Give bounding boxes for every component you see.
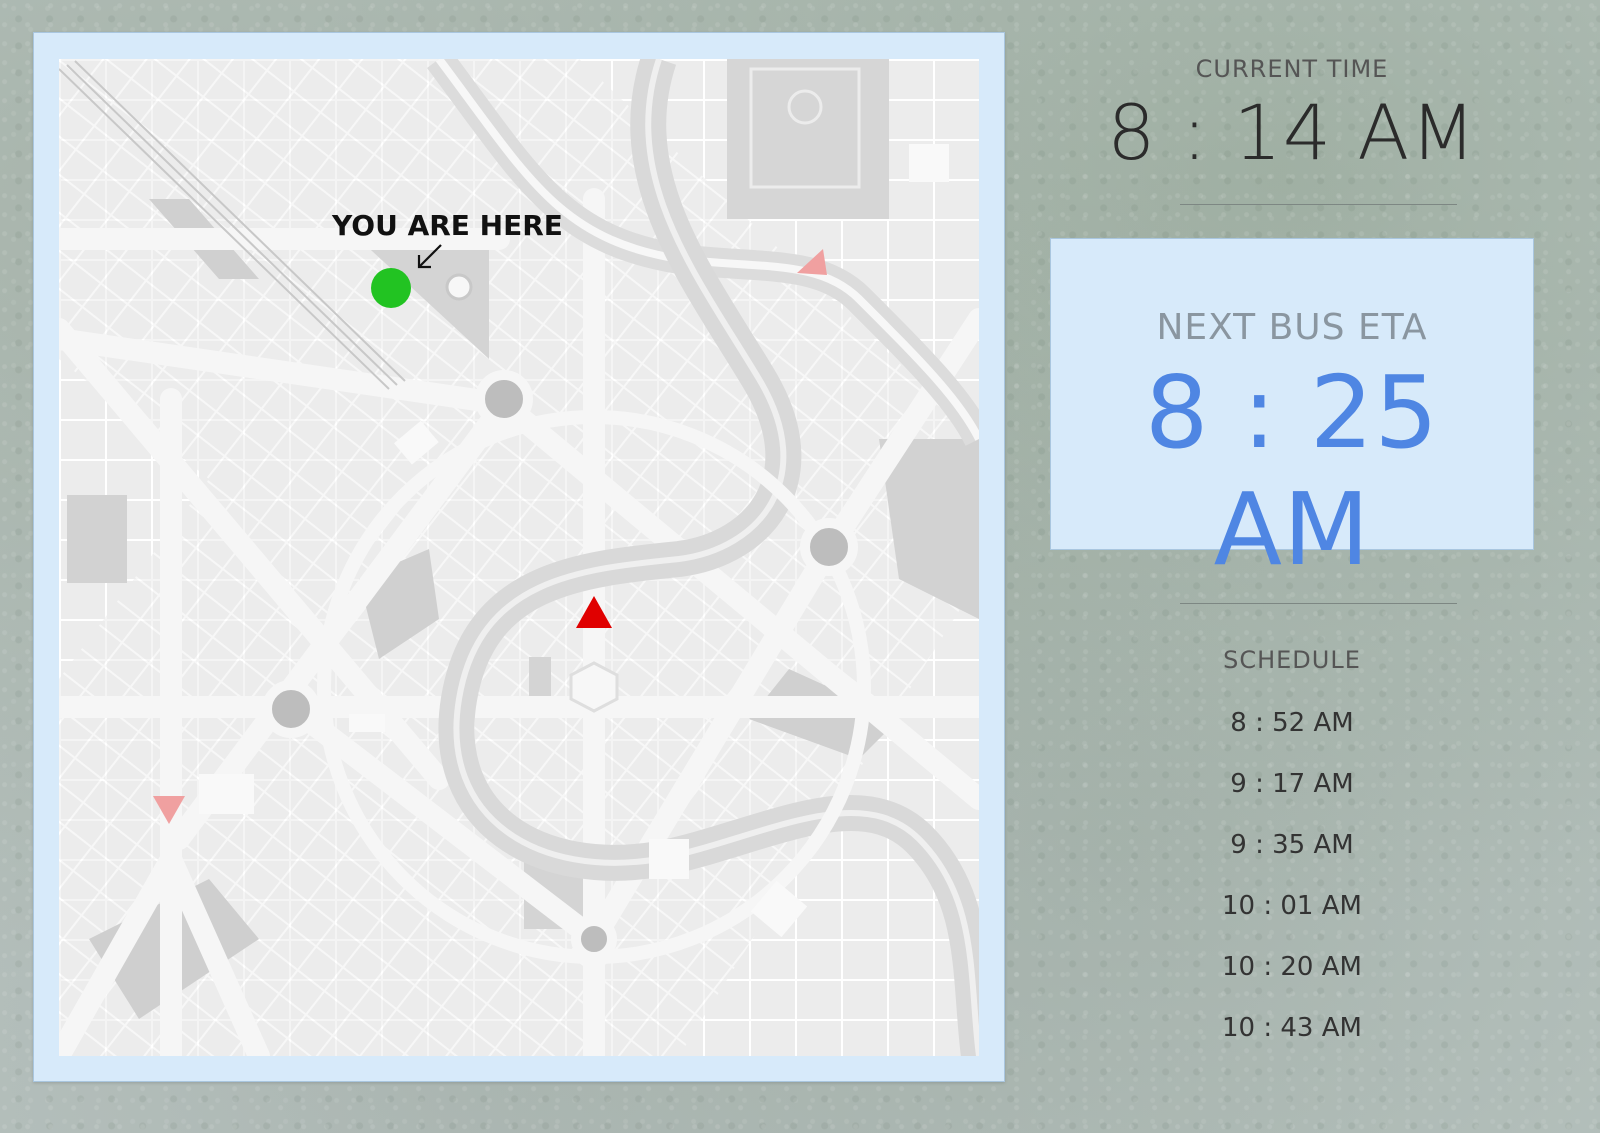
divider [1180, 204, 1457, 205]
schedule-label: SCHEDULE [1223, 646, 1361, 674]
next-bus-eta-value: 8 : 25 AM [1144, 354, 1440, 588]
schedule-item: 9 : 17 AM [1230, 769, 1354, 799]
current-location-marker[interactable] [371, 268, 411, 308]
next-bus-eta-label: NEXT BUS ETA [1156, 307, 1428, 348]
current-time-label: CURRENT TIME [1195, 55, 1389, 83]
schedule-item: 10 : 20 AM [1222, 952, 1362, 982]
you-are-here-label: YOU ARE HERE [332, 209, 563, 242]
next-bus-eta-panel: NEXT BUS ETA 8 : 25 AM [1050, 238, 1534, 588]
schedule-item: 8 : 52 AM [1230, 708, 1354, 738]
bus-marker-active[interactable] [574, 594, 614, 630]
schedule-item: 10 : 43 AM [1222, 1013, 1362, 1043]
schedule-item: 10 : 01 AM [1222, 891, 1362, 921]
bus-marker-faded[interactable] [795, 245, 831, 279]
schedule-list: 8 : 52 AM 9 : 17 AM 9 : 35 AM 10 : 01 AM… [1050, 705, 1534, 1071]
divider [1180, 603, 1457, 604]
schedule-item: 9 : 35 AM [1230, 830, 1354, 860]
arrow-down-left-icon [417, 244, 442, 269]
current-time-value: 8 : 14 AM [1107, 88, 1477, 177]
bus-marker-faded[interactable] [151, 794, 187, 826]
city-map[interactable]: YOU ARE HERE [59, 59, 979, 1056]
